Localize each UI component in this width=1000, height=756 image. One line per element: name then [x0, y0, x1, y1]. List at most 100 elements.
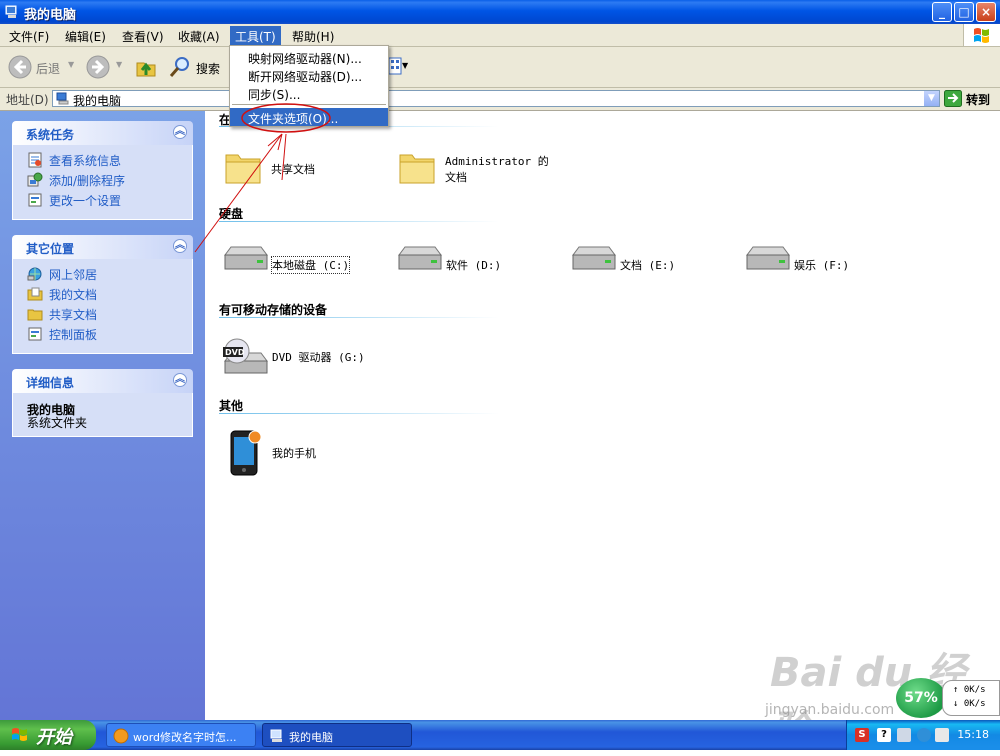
address-input[interactable]: 我的电脑 ▼	[52, 90, 940, 108]
window-title: 我的电脑	[24, 8, 77, 23]
phone-icon	[230, 430, 262, 476]
group-title-other: 其他	[219, 399, 244, 413]
taskbar-item-browser[interactable]: word修改名字时怎...	[106, 723, 256, 747]
add-remove-programs-icon	[27, 172, 43, 187]
forward-button[interactable]: ▼	[86, 55, 126, 79]
item-my-phone[interactable]: 我的手机	[227, 429, 347, 479]
taskbar-item-my-computer[interactable]: 我的电脑	[262, 723, 412, 747]
menu-help[interactable]: 帮助(H)	[287, 27, 339, 46]
menu-synchronize[interactable]: 同步(S)...	[230, 84, 388, 102]
item-drive-c[interactable]: 本地磁盘 (C:)	[221, 243, 361, 283]
menu-favorites[interactable]: 收藏(A)	[173, 27, 225, 46]
item-label: 我的手机	[272, 447, 316, 460]
menu-item-label: 文件夹选项(O)...	[248, 112, 339, 126]
menu-map-network-drive[interactable]: 映射网络驱动器(N)...	[230, 48, 388, 66]
item-drive-d[interactable]: 软件 (D:)	[395, 243, 515, 283]
back-arrow-icon	[8, 55, 32, 79]
item-shared-documents[interactable]: 共享文档	[223, 147, 353, 187]
clock: 15:18	[957, 728, 989, 741]
close-button[interactable]: ×	[976, 2, 996, 22]
item-administrator-documents[interactable]: Administrator 的文档	[397, 147, 567, 187]
details-header[interactable]: 详细信息 ︽	[12, 369, 193, 393]
shared-folder-icon	[27, 309, 43, 321]
start-button[interactable]: 开始	[0, 720, 96, 750]
item-label: DVD 驱动器 (G:)	[272, 351, 365, 364]
toolbar: 后退 ▼ ▼ 搜索 ▼	[0, 47, 1000, 88]
my-computer-icon	[5, 5, 17, 18]
go-label: 转到	[966, 93, 991, 107]
system-tasks-title: 系统任务	[26, 128, 75, 142]
go-button[interactable]: 转到	[944, 90, 990, 110]
menu-bar: 文件(F) 编辑(E) 查看(V) 收藏(A) 工具(T) 帮助(H)	[0, 24, 1000, 47]
folder-icon	[225, 154, 261, 184]
views-button[interactable]: ▼	[388, 57, 410, 77]
system-tasks-header[interactable]: 系统任务 ︽	[12, 121, 193, 145]
menu-edit[interactable]: 编辑(E)	[60, 27, 111, 46]
watermark-url: jingyan.baidu.com	[765, 702, 895, 718]
forward-arrow-icon	[86, 55, 110, 79]
back-button[interactable]: 后退 ▼	[8, 55, 78, 79]
details-title: 详细信息	[26, 376, 75, 390]
go-arrow-icon	[944, 90, 962, 107]
download-speed-value: 0K/s	[963, 699, 986, 709]
control-panel-icon	[28, 327, 42, 341]
title-bar[interactable]: 我的电脑 _ □ ×	[0, 0, 1000, 24]
my-computer-small-icon	[56, 92, 69, 105]
item-label: 软件 (D:)	[446, 259, 502, 272]
up-folder-icon[interactable]	[134, 55, 158, 79]
task-label: 查看系统信息	[49, 154, 122, 168]
menu-folder-options[interactable]: 文件夹选项(O)...	[230, 108, 388, 126]
hard-drive-icon	[224, 246, 268, 270]
file-view: 在 共享文档 Administrator 的文档 硬盘 本地磁盘 (C:) 软件	[205, 111, 1000, 720]
folder-icon	[399, 154, 435, 184]
item-label: Administrator 的文档	[445, 155, 549, 184]
group-title-removable: 有可移动存储的设备	[219, 303, 328, 317]
menu-separator	[232, 104, 386, 105]
windows-logo-icon	[963, 24, 1000, 46]
place-label: 我的文档	[49, 288, 98, 302]
menu-view[interactable]: 查看(V)	[117, 27, 169, 46]
network-icon[interactable]	[917, 728, 931, 742]
collapse-chevron-icon[interactable]: ︽	[173, 239, 187, 253]
maximize-button[interactable]: □	[954, 2, 974, 22]
tray-app-icon[interactable]	[935, 728, 949, 742]
place-label: 网上邻居	[49, 268, 98, 282]
address-dropdown-icon[interactable]: ▼	[924, 91, 939, 106]
item-drive-f[interactable]: 娱乐 (F:)	[743, 243, 863, 283]
svg-text:DVD: DVD	[225, 348, 245, 357]
place-label: 共享文档	[49, 308, 98, 322]
menu-tools[interactable]: 工具(T)	[230, 26, 281, 47]
group-divider	[219, 413, 499, 414]
taskbar: 开始 word修改名字时怎... 我的电脑 S ? 15:18	[0, 720, 1000, 750]
net-speed-ball[interactable]: 57%	[896, 678, 946, 718]
address-bar: 地址(D) 我的电脑 ▼ 转到	[0, 88, 1000, 111]
back-dropdown-icon: ▼	[68, 60, 75, 69]
help-icon[interactable]: ?	[877, 728, 891, 742]
taskbar-item-label: 我的电脑	[289, 731, 333, 744]
collapse-chevron-icon[interactable]: ︽	[173, 125, 187, 139]
menu-file[interactable]: 文件(F)	[4, 27, 54, 46]
item-drive-e[interactable]: 文档 (E:)	[569, 243, 689, 283]
search-button[interactable]: 搜索	[168, 55, 226, 79]
details-desc: 系统文件夹	[27, 416, 88, 430]
upload-speed: ↑ 0K/s	[953, 685, 986, 695]
item-dvd-drive[interactable]: DVD DVD 驱动器 (G:)	[221, 335, 381, 375]
search-label: 搜索	[196, 62, 221, 76]
volume-icon[interactable]	[897, 728, 911, 742]
item-label: 文档 (E:)	[620, 259, 676, 272]
collapse-chevron-icon[interactable]: ︽	[173, 373, 187, 387]
start-label: 开始	[36, 727, 72, 748]
address-value: 我的电脑	[73, 94, 122, 108]
other-places-header[interactable]: 其它位置 ︽	[12, 235, 193, 259]
other-places-title: 其它位置	[26, 242, 75, 256]
task-label: 添加/删除程序	[49, 174, 126, 188]
dvd-drive-icon: DVD	[223, 338, 268, 374]
other-places-panel: 网上邻居 我的文档 共享文档 控制面板	[12, 259, 193, 354]
item-label: 本地磁盘 (C:)	[270, 256, 351, 274]
sogou-input-icon[interactable]: S	[855, 728, 869, 742]
views-icon	[388, 57, 402, 75]
hard-drive-icon	[398, 246, 442, 270]
task-label: 更改一个设置	[49, 194, 122, 208]
minimize-button[interactable]: _	[932, 2, 952, 22]
menu-disconnect-network-drive[interactable]: 断开网络驱动器(D)...	[230, 66, 388, 84]
